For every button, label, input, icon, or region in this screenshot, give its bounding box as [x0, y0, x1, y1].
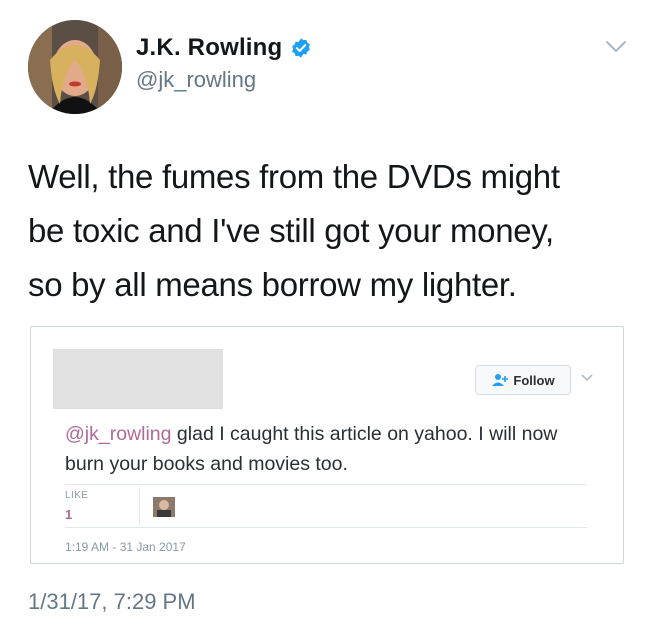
embedded-tweet-screenshot: Follow @jk_rowling glad I caught this ar…	[30, 326, 624, 564]
author-handle[interactable]: @jk_rowling	[136, 67, 256, 93]
follow-button[interactable]: Follow	[475, 365, 571, 395]
tweet-text: Well, the fumes from the DVDs might be t…	[28, 150, 628, 312]
liker-avatar[interactable]	[153, 497, 175, 517]
author-name-row: J.K. Rowling	[136, 34, 312, 62]
display-name[interactable]: J.K. Rowling	[136, 34, 282, 62]
tweet-timestamp[interactable]: 1/31/17, 7:29 PM	[28, 589, 196, 615]
avatar[interactable]	[28, 20, 122, 114]
divider	[139, 487, 140, 525]
verified-badge-icon	[292, 38, 311, 58]
divider	[65, 527, 587, 528]
like-count[interactable]: 1	[65, 507, 72, 522]
tweet-text-line: so by all means borrow my lighter.	[28, 266, 517, 303]
follow-label: Follow	[513, 372, 555, 388]
mention-link[interactable]: @jk_rowling	[65, 423, 172, 445]
embedded-tweet-text: @jk_rowling glad I caught this article o…	[65, 419, 585, 479]
add-user-icon	[492, 374, 509, 386]
chevron-down-icon[interactable]	[580, 373, 594, 383]
tweet-text-line: be toxic and I've still got your money,	[28, 212, 554, 249]
embedded-tweet-time[interactable]: 1:19 AM - 31 Jan 2017	[65, 540, 186, 554]
tweet-text-line: Well, the fumes from the DVDs might	[28, 158, 560, 195]
divider	[65, 484, 587, 485]
like-label: LIKE	[65, 490, 89, 501]
redacted-user-area	[53, 349, 223, 409]
chevron-down-icon[interactable]	[604, 38, 628, 56]
